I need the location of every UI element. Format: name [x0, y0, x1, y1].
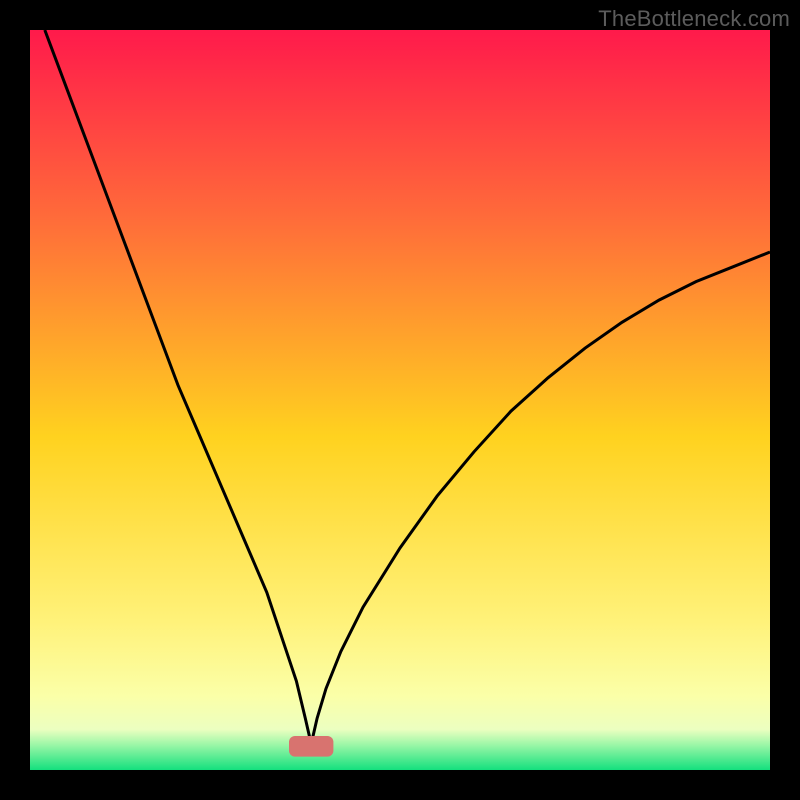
- chart-frame: TheBottleneck.com: [0, 0, 800, 800]
- watermark-label: TheBottleneck.com: [598, 6, 790, 32]
- plot-area: [30, 30, 770, 770]
- optimal-marker: [289, 736, 333, 757]
- gradient-background: [30, 30, 770, 770]
- plot-svg: [30, 30, 770, 770]
